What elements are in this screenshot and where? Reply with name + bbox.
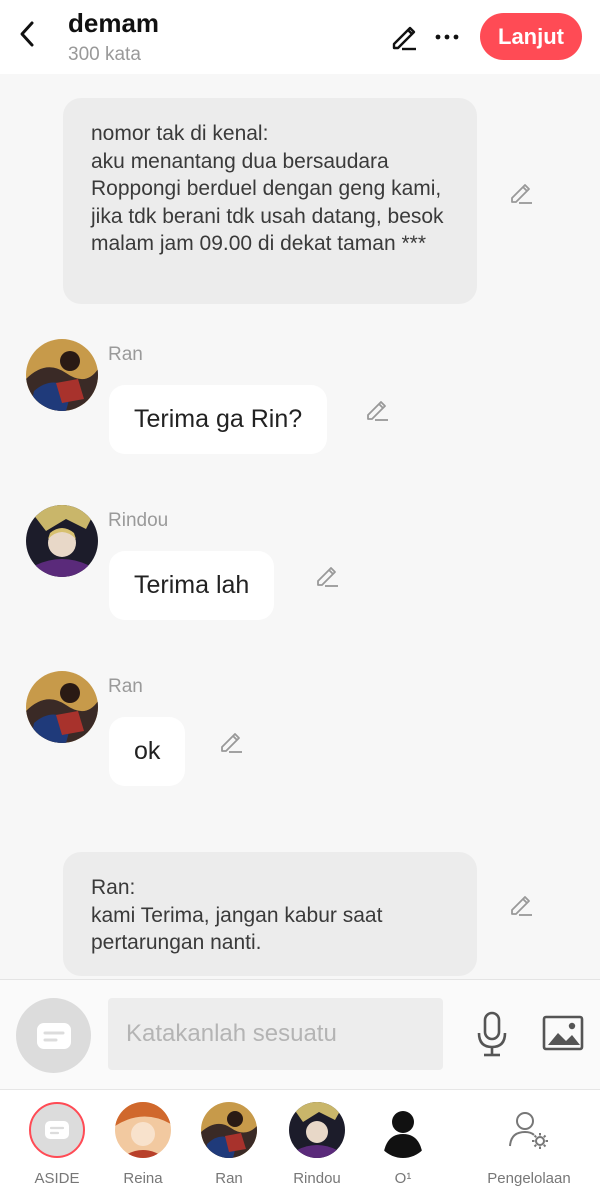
- avatar-ran: [201, 1102, 257, 1158]
- message-input[interactable]: [108, 998, 443, 1070]
- chat-area[interactable]: nomor tak di kenal: aku menantang dua be…: [0, 74, 600, 979]
- character-label: ASIDE: [34, 1170, 80, 1187]
- character-bar: ASIDE Reina Ran Rindou O¹ Pengelolaan: [0, 1089, 600, 1191]
- character-label: Pengelolaan: [487, 1170, 571, 1187]
- avatar-reina: [115, 1102, 171, 1158]
- edit-message-button[interactable]: [506, 890, 536, 920]
- top-bar: demam 300 kata Lanjut: [0, 0, 600, 74]
- avatar-ran[interactable]: [26, 671, 98, 743]
- avatar-rindou[interactable]: [26, 505, 98, 577]
- pencil-icon: [511, 896, 532, 916]
- word-count: 300 kata: [68, 44, 141, 65]
- character-label: O¹: [394, 1170, 412, 1187]
- chevron-left-icon: [20, 21, 34, 47]
- character-label: Rindou: [293, 1170, 341, 1187]
- character-ran[interactable]: Ran: [184, 1102, 274, 1187]
- character-aside[interactable]: ASIDE: [12, 1102, 102, 1187]
- chat-bubble[interactable]: Terima ga Rin?: [109, 385, 328, 454]
- narration-message[interactable]: Ran: kami Terima, jangan kabur saat pert…: [63, 852, 477, 976]
- edit-message-button[interactable]: [312, 561, 342, 591]
- edit-message-button[interactable]: [506, 178, 536, 208]
- speaker-name: Ran: [108, 344, 143, 365]
- edit-title-button[interactable]: [386, 20, 420, 54]
- edit-message-button[interactable]: [216, 727, 246, 757]
- user-settings-icon: [501, 1102, 557, 1158]
- character-reina[interactable]: Reina: [98, 1102, 188, 1187]
- character-label: Reina: [123, 1170, 163, 1187]
- message-square-icon: [36, 1022, 71, 1049]
- edit-message-button[interactable]: [362, 395, 392, 425]
- character-rindou[interactable]: Rindou: [272, 1102, 362, 1187]
- character-o1[interactable]: O¹: [358, 1102, 448, 1187]
- microphone-icon: [477, 1011, 507, 1057]
- image-upload-button[interactable]: [540, 1012, 586, 1054]
- speaker-name: Rindou: [108, 510, 169, 531]
- pencil-icon: [367, 401, 388, 421]
- pencil-icon: [511, 184, 532, 204]
- story-title: demam: [68, 8, 160, 38]
- manage-characters-button[interactable]: Pengelolaan: [484, 1102, 574, 1187]
- voice-input-button[interactable]: [470, 1010, 514, 1058]
- avatar-rindou: [289, 1102, 345, 1158]
- avatar-ran[interactable]: [26, 339, 98, 411]
- input-bar: [0, 979, 600, 1089]
- pencil-icon: [317, 567, 338, 587]
- speaker-name: Ran: [108, 676, 143, 697]
- back-button[interactable]: [12, 16, 42, 52]
- aside-icon: [29, 1102, 85, 1158]
- pencil-icon: [221, 733, 242, 753]
- character-label: Ran: [215, 1170, 243, 1187]
- next-button[interactable]: Lanjut: [480, 13, 582, 60]
- more-horizontal-icon: [435, 34, 459, 40]
- more-options-button[interactable]: [430, 20, 464, 54]
- aside-toggle-button[interactable]: [16, 998, 91, 1073]
- silhouette-avatar-icon: [375, 1102, 431, 1158]
- chat-bubble[interactable]: Terima lah: [109, 551, 275, 620]
- image-icon: [542, 1015, 584, 1051]
- chat-bubble[interactable]: ok: [109, 717, 186, 786]
- pencil-icon: [392, 26, 416, 51]
- narration-message[interactable]: nomor tak di kenal: aku menantang dua be…: [63, 98, 477, 304]
